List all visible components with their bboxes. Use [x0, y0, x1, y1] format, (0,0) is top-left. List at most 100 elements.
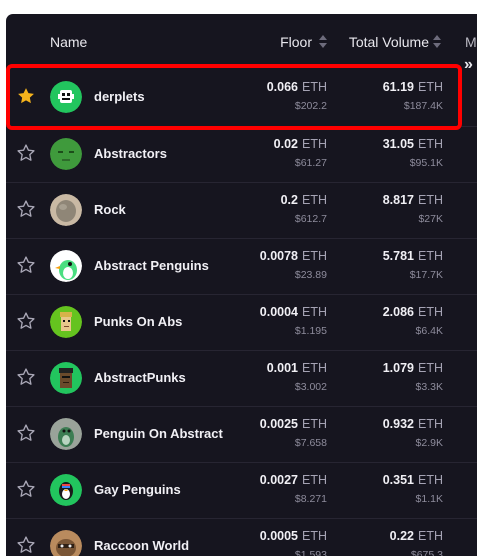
volume-value: 0.351	[382, 473, 414, 487]
volume-value: 8.817	[382, 193, 414, 207]
collection-name[interactable]: Abstractors	[94, 146, 167, 161]
collection-name[interactable]: Punks On Abs	[94, 314, 182, 329]
volume-usd: $27K	[418, 213, 443, 225]
star-outline-icon[interactable]	[16, 143, 36, 163]
raccoon-world-avatar	[50, 530, 82, 556]
floor-usd: $7.658	[294, 437, 327, 449]
volume-usd: $675.3	[410, 549, 443, 556]
floor-value: 0.001	[266, 361, 298, 375]
table-row[interactable]: Raccoon World 0.0005 ETH $1.593 0.22 ETH $675.…	[6, 518, 477, 556]
volume-cell: 0.932 ETH $2.9K	[383, 417, 443, 449]
volume-usd: $6.4K	[415, 325, 443, 337]
collection-name[interactable]: Rock	[94, 202, 126, 217]
floor-value: 0.2	[280, 193, 298, 207]
abstractpunks-avatar	[50, 362, 82, 394]
star-outline-icon[interactable]	[16, 199, 36, 219]
star-outline-icon[interactable]	[16, 255, 36, 275]
star-filled-icon[interactable]	[16, 86, 36, 106]
volume-usd: $1.1K	[415, 493, 443, 505]
volume-unit: ETH	[418, 80, 443, 94]
floor-value: 0.066	[266, 80, 298, 94]
floor-value: 0.02	[273, 137, 298, 151]
penguin-on-abstract-avatar	[50, 418, 82, 450]
floor-usd: $202.2	[294, 100, 327, 112]
floor-usd: $1.195	[294, 325, 327, 337]
abstract-penguins-avatar	[50, 250, 82, 282]
header-more[interactable]: M	[465, 34, 477, 50]
floor-unit: ETH	[302, 137, 327, 151]
volume-unit: ETH	[418, 361, 443, 375]
collection-name[interactable]: Raccoon World	[94, 538, 189, 553]
floor-usd: $61.27	[294, 157, 327, 169]
volume-cell: 5.781 ETH $17.7K	[383, 249, 443, 281]
volume-usd: $2.9K	[415, 437, 443, 449]
table-row[interactable]: Penguin On Abstract 0.0025 ETH $7.658 0.932 E…	[6, 406, 477, 462]
collection-name[interactable]: derplets	[94, 89, 145, 104]
volume-unit: ETH	[418, 305, 443, 319]
volume-sort-icon[interactable]	[433, 34, 441, 50]
abstractors-avatar	[50, 138, 82, 170]
table-header: Name Floor Total Volume M »	[6, 14, 477, 73]
star-outline-icon[interactable]	[16, 423, 36, 443]
punks-on-abs-avatar	[50, 306, 82, 338]
floor-value: 0.0078	[259, 249, 298, 263]
volume-usd: $187.4K	[403, 100, 443, 112]
floor-usd: $23.89	[294, 269, 327, 281]
collection-name[interactable]: AbstractPunks	[94, 370, 186, 385]
collection-name[interactable]: Gay Penguins	[94, 482, 181, 497]
table-row[interactable]: Punks On Abs 0.0004 ETH $1.195 2.086 ETH $6.4K	[6, 294, 477, 350]
floor-unit: ETH	[302, 473, 327, 487]
floor-cell: 0.0025 ETH $7.658	[260, 417, 327, 449]
table-row[interactable]: Abstract Penguins 0.0078 ETH $23.89 5.781 ETH…	[6, 238, 477, 294]
gay-penguins-avatar	[50, 474, 82, 506]
star-outline-icon[interactable]	[16, 367, 36, 387]
floor-unit: ETH	[302, 80, 327, 94]
volume-cell: 61.19 ETH $187.4K	[383, 80, 443, 112]
volume-value: 2.086	[382, 305, 414, 319]
volume-usd: $3.3K	[415, 381, 443, 393]
floor-unit: ETH	[302, 249, 327, 263]
volume-unit: ETH	[418, 137, 443, 151]
header-floor[interactable]: Floor	[280, 34, 312, 50]
floor-usd: $612.7	[294, 213, 327, 225]
collections-table: Name Floor Total Volume M » derplets 0.06…	[6, 14, 477, 556]
floor-cell: 0.0078 ETH $23.89	[260, 249, 327, 281]
table-row[interactable]: Gay Penguins 0.0027 ETH $8.271 0.351 ETH $1.1K	[6, 462, 477, 518]
table-body: derplets 0.066 ETH $202.2 61.19 ETH $187.4K Abs…	[6, 70, 477, 556]
header-name[interactable]: Name	[50, 34, 87, 50]
floor-sort-icon[interactable]	[319, 34, 327, 50]
rock-avatar	[50, 194, 82, 226]
floor-cell: 0.001 ETH $3.002	[267, 361, 327, 393]
volume-value: 61.19	[382, 80, 414, 94]
collection-name[interactable]: Penguin On Abstract	[94, 426, 223, 441]
table-row[interactable]: Abstractors 0.02 ETH $61.27 31.05 ETH $95.1K	[6, 126, 477, 182]
volume-unit: ETH	[418, 417, 443, 431]
volume-usd: $95.1K	[409, 157, 443, 169]
volume-value: 5.781	[382, 249, 414, 263]
table-row[interactable]: AbstractPunks 0.001 ETH $3.002 1.079 ETH $3.3K	[6, 350, 477, 406]
floor-usd: $1.593	[294, 549, 327, 556]
floor-cell: 0.0005 ETH $1.593	[260, 529, 327, 556]
header-total-volume[interactable]: Total Volume	[349, 34, 429, 50]
floor-usd: $3.002	[294, 381, 327, 393]
floor-unit: ETH	[302, 305, 327, 319]
table-row[interactable]: Rock 0.2 ETH $612.7 8.817 ETH $27K	[6, 182, 477, 238]
volume-value: 0.22	[389, 529, 414, 543]
volume-cell: 8.817 ETH $27K	[383, 193, 443, 225]
floor-cell: 0.0004 ETH $1.195	[260, 305, 327, 337]
collection-name[interactable]: Abstract Penguins	[94, 258, 209, 273]
volume-unit: ETH	[418, 529, 443, 543]
star-outline-icon[interactable]	[16, 535, 36, 555]
floor-unit: ETH	[302, 361, 327, 375]
floor-cell: 0.02 ETH $61.27	[274, 137, 327, 169]
floor-unit: ETH	[302, 193, 327, 207]
volume-unit: ETH	[418, 249, 443, 263]
volume-cell: 1.079 ETH $3.3K	[383, 361, 443, 393]
volume-cell: 2.086 ETH $6.4K	[383, 305, 443, 337]
floor-usd: $8.271	[294, 493, 327, 505]
star-outline-icon[interactable]	[16, 479, 36, 499]
floor-cell: 0.066 ETH $202.2	[267, 80, 327, 112]
table-row[interactable]: derplets 0.066 ETH $202.2 61.19 ETH $187.4K	[6, 70, 477, 126]
volume-unit: ETH	[418, 473, 443, 487]
star-outline-icon[interactable]	[16, 311, 36, 331]
